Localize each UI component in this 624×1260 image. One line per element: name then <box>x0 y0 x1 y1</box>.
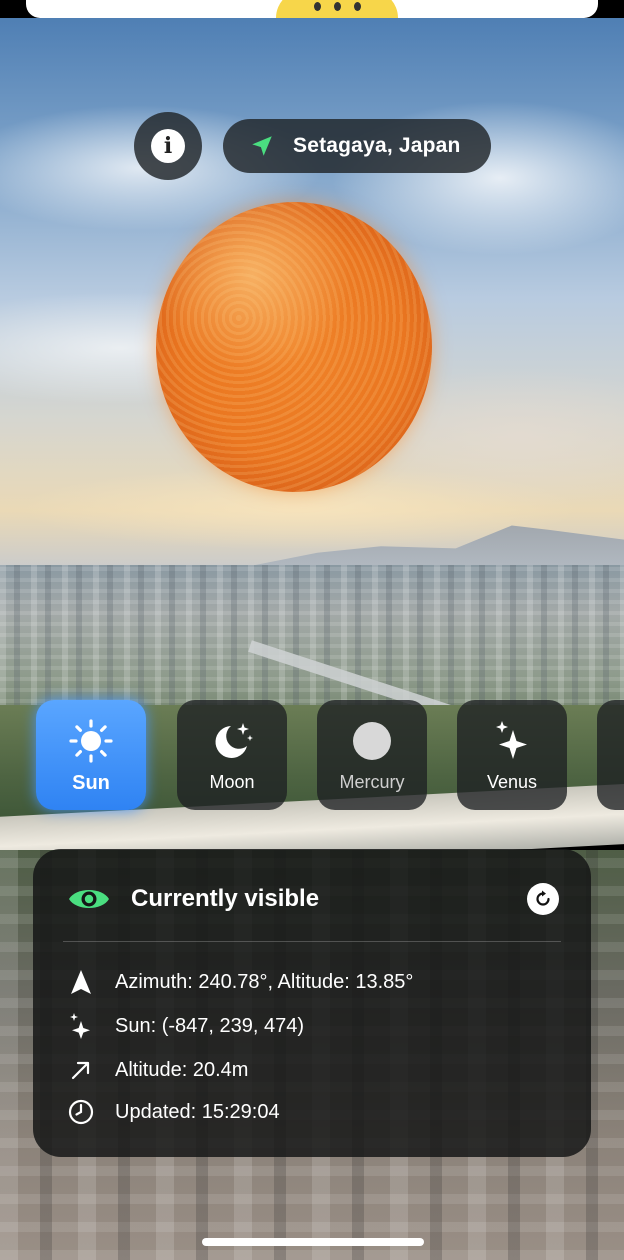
home-indicator[interactable] <box>202 1238 424 1246</box>
elevation-row: Altitude: 20.4m <box>67 1055 248 1085</box>
body-selector[interactable]: Sun Moon Mercury Venus <box>0 694 624 814</box>
location-label: Setagaya, Japan <box>293 134 461 157</box>
body-label: Moon <box>209 772 255 792</box>
elevation-text: Altitude: 20.4m <box>115 1058 249 1081</box>
sun-ar-model[interactable] <box>156 202 432 492</box>
eye-icon <box>69 890 109 908</box>
divider <box>63 941 561 942</box>
moon-stars-icon <box>209 718 255 764</box>
navigation-arrow-icon <box>67 968 95 996</box>
body-card-more[interactable] <box>597 700 624 810</box>
refresh-button[interactable] <box>527 883 559 915</box>
body-card-sun[interactable]: Sun <box>36 700 146 810</box>
arrow-up-right-icon <box>67 1056 95 1084</box>
coordinates-text: Sun: (-847, 239, 474) <box>115 1014 305 1037</box>
clock-icon <box>67 1098 95 1126</box>
updated-text: Updated: 15:29:04 <box>115 1100 280 1123</box>
location-button[interactable]: Setagaya, Japan <box>223 119 491 173</box>
body-card-moon[interactable]: Moon <box>177 700 287 810</box>
visibility-status: Currently visible <box>67 881 319 917</box>
location-arrow-icon <box>252 136 272 156</box>
visibility-panel: Currently visible Azimuth: 240.78°, Alti… <box>33 849 591 1157</box>
updated-row: Updated: 15:29:04 <box>67 1097 280 1127</box>
mascot-icon <box>276 0 398 18</box>
info-icon: i <box>151 129 185 163</box>
sun-icon <box>68 718 114 764</box>
camera-view: i Setagaya, Japan Sun Moon Mercury Venus… <box>0 0 624 1260</box>
top-banner <box>26 0 598 18</box>
refresh-icon <box>536 890 550 906</box>
azimuth-text: Azimuth: 240.78°, Altitude: 13.85° <box>115 970 414 993</box>
body-card-mercury[interactable]: Mercury <box>317 700 427 810</box>
sparkles-icon <box>489 718 535 764</box>
circle-icon <box>349 718 395 764</box>
body-label: Venus <box>486 772 538 792</box>
sparkles-icon <box>67 1012 95 1040</box>
coordinates-row: Sun: (-847, 239, 474) <box>67 1011 304 1041</box>
body-label: Mercury <box>339 772 405 792</box>
visibility-label: Currently visible <box>131 885 320 912</box>
info-button[interactable]: i <box>134 112 202 180</box>
body-card-venus[interactable]: Venus <box>457 700 567 810</box>
body-label: Sun <box>72 772 110 794</box>
azimuth-row: Azimuth: 240.78°, Altitude: 13.85° <box>67 967 413 997</box>
